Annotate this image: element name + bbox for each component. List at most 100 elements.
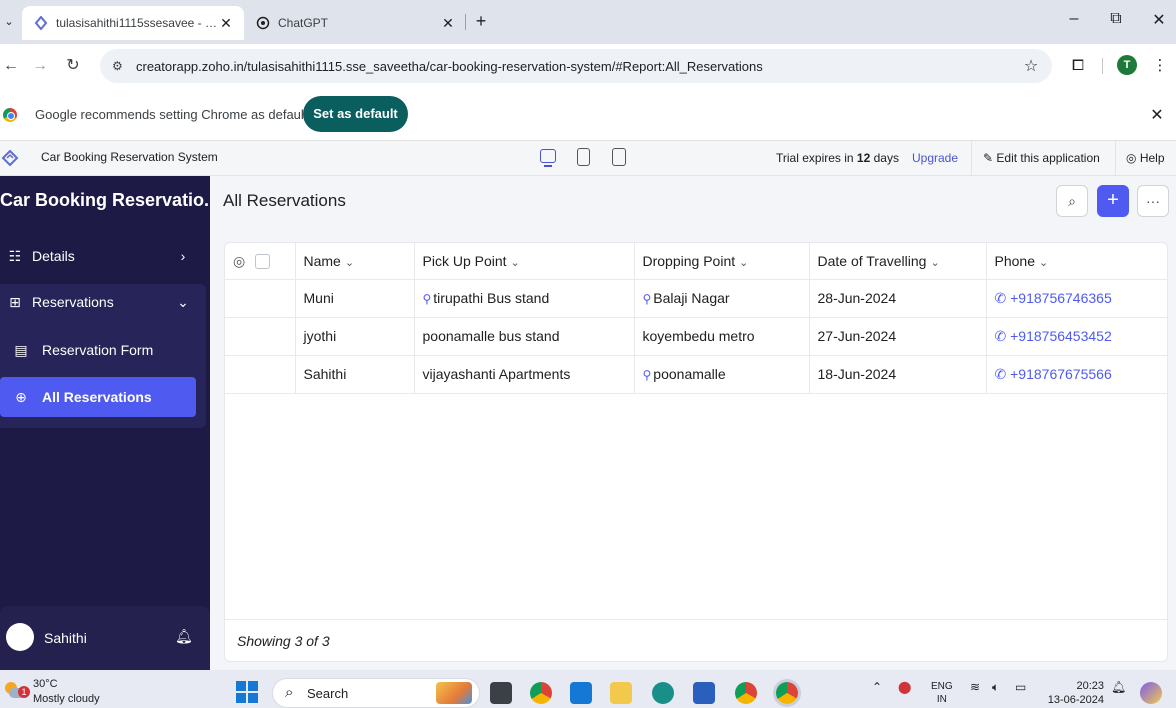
column-header-name[interactable]: Name ⌄ <box>295 243 415 280</box>
zoho-creator-logo-icon[interactable] <box>1 149 19 167</box>
close-window-icon[interactable]: ✕ <box>1149 10 1169 30</box>
table-row[interactable]: jyothi poonamalle bus stand koyembedu me… <box>225 317 1169 356</box>
set-default-button[interactable]: Set as default <box>303 96 408 132</box>
weather-temp: 30°C <box>33 678 58 690</box>
profile-avatar[interactable]: T <box>1117 55 1137 75</box>
column-header-date[interactable]: Date of Travelling ⌄ <box>809 243 987 280</box>
tab-search-chevron-icon[interactable]: ⌄ <box>0 13 18 31</box>
row-select-cell <box>225 317 296 356</box>
bell-icon[interactable]: 🔔︎ <box>175 628 193 645</box>
restore-icon[interactable]: ⧉ <box>1106 10 1126 28</box>
column-header-dropping[interactable]: Dropping Point ⌄ <box>634 243 810 280</box>
close-tab-icon[interactable]: ✕ <box>440 15 456 32</box>
cell-phone[interactable]: ✆ +918756453452 <box>986 317 1169 356</box>
weather-condition: Mostly cloudy <box>33 693 100 705</box>
cell-drop: koyembedu metro <box>634 317 810 356</box>
sidebar: Car Booking Reservatio... ☷ Details › ⊞ … <box>0 176 210 670</box>
desktop-view-icon[interactable] <box>540 149 556 167</box>
tab-title: ChatGPT <box>278 16 329 30</box>
store-icon[interactable] <box>570 682 592 704</box>
sidebar-user-panel[interactable]: Sahithi 🔔︎ <box>0 606 210 670</box>
bookmark-star-icon[interactable]: ☆ <box>1022 56 1040 76</box>
tab-zoho-creator[interactable]: tulasisahithi1115ssesavee - Car ✕ <box>22 6 244 40</box>
table-row[interactable]: Sahithi vijayashanti Apartments ⚲ poonama… <box>225 355 1169 394</box>
cell-phone[interactable]: ✆ +918756746365 <box>986 279 1169 318</box>
site-info-icon[interactable]: ⚙ <box>112 59 126 73</box>
reservations-table: ◎ Name ⌄ Pick Up Point ⌄ Dropping Point ⌄ D… <box>225 243 1169 394</box>
copilot-icon[interactable] <box>1140 682 1162 704</box>
more-menu-icon[interactable]: ⋮ <box>1152 55 1168 77</box>
notification-bell-icon[interactable]: 🔔︎ <box>1111 680 1126 694</box>
select-all-checkbox[interactable] <box>255 253 271 269</box>
chrome-active-icon[interactable] <box>776 682 798 704</box>
minimize-icon[interactable]: – <box>1064 10 1084 28</box>
tab-title: tulasisahithi1115ssesavee - Car <box>56 16 218 30</box>
chevron-down-icon: ⌄ <box>1038 256 1049 269</box>
start-windows-icon[interactable] <box>236 681 258 703</box>
chevron-down-icon: ⌄ <box>177 293 189 310</box>
reload-icon[interactable]: ↻ <box>62 55 84 77</box>
extensions-icon[interactable]: ⧠ <box>1068 55 1088 77</box>
back-icon[interactable]: ← <box>0 55 22 77</box>
word-icon[interactable] <box>693 682 715 704</box>
time: 20:23 <box>1076 680 1104 692</box>
form-icon: ▤ <box>14 341 28 358</box>
chrome-profile-icon[interactable] <box>735 682 757 704</box>
forward-icon[interactable]: → <box>29 55 51 77</box>
app-name: Car Booking Reservation System <box>41 150 218 164</box>
tray-overflow-icon[interactable]: ⌃ <box>872 680 882 694</box>
volume-icon[interactable]: 🔈︎ <box>992 680 999 695</box>
column-header-phone[interactable]: Phone ⌄ <box>986 243 1169 280</box>
appbar-divider <box>1115 141 1116 176</box>
address-bar[interactable]: ⚙ creatorapp.zoho.in/tulasisahithi1115.s… <box>100 49 1052 83</box>
close-tab-icon[interactable]: ✕ <box>218 15 234 32</box>
language-indicator[interactable]: ENG IN <box>931 680 953 706</box>
sidebar-item-reservation-form[interactable]: ▤ Reservation Form <box>0 330 206 370</box>
clock[interactable]: 20:23 13-06-2024 <box>1044 679 1104 707</box>
ellipsis-icon: ··· <box>1146 193 1160 209</box>
cell-drop: ⚲ Balaji Nagar <box>634 279 810 318</box>
column-label: Phone <box>994 252 1035 269</box>
select-all-header: ◎ <box>225 243 296 280</box>
chevron-down-icon: ⌄ <box>510 256 520 269</box>
edit-application-link[interactable]: ✎ Edit this application <box>983 151 1100 165</box>
more-actions-button[interactable]: ··· <box>1137 185 1169 217</box>
search-button[interactable]: ⌕ <box>1056 185 1088 217</box>
cell-phone[interactable]: ✆ +918767675566 <box>986 355 1169 394</box>
sidebar-item-details[interactable]: ☷ Details › <box>0 236 206 276</box>
drop-text: Balaji Nagar <box>653 290 730 306</box>
phone-text: +918756453452 <box>1010 327 1112 344</box>
tab-chatgpt[interactable]: ChatGPT ✕ <box>244 6 466 40</box>
widget-news-icon[interactable] <box>436 682 472 704</box>
mobile-view-icon[interactable] <box>612 148 626 166</box>
chrome-taskbar-icon[interactable] <box>530 682 552 704</box>
security-icon[interactable]: ⬤ <box>898 680 911 694</box>
help-link[interactable]: ◎ Help <box>1126 151 1165 165</box>
globe-icon: ⊕ <box>15 388 27 405</box>
weather-widget[interactable]: 1 <box>5 680 30 698</box>
upgrade-link[interactable]: Upgrade <box>912 151 958 165</box>
column-header-pickup[interactable]: Pick Up Point ⌄ <box>414 243 635 280</box>
tablet-view-icon[interactable] <box>577 148 590 166</box>
cell-name: Sahithi <box>295 355 415 394</box>
new-tab-icon[interactable]: + <box>472 10 490 32</box>
browser-toolbar: ← → ↻ ⚙ creatorapp.zoho.in/tulasisahithi… <box>0 44 1176 88</box>
table-row[interactable]: Muni ⚲ tirupathi Bus stand ⚲ Balaji Nagar … <box>225 279 1169 318</box>
close-infobar-icon[interactable]: ✕ <box>1148 105 1166 125</box>
help-icon: ◎ <box>1126 151 1137 165</box>
add-record-button[interactable]: + <box>1097 185 1129 217</box>
battery-icon[interactable]: ▭ <box>1015 680 1026 694</box>
edit-app-label: Edit this application <box>996 151 1100 165</box>
file-explorer-icon[interactable] <box>610 682 632 704</box>
avatar[interactable] <box>6 623 34 651</box>
pickup-text: tirupathi Bus stand <box>433 290 550 306</box>
url-text[interactable]: creatorapp.zoho.in/tulasisahithi1115.sse… <box>136 59 1022 74</box>
edge-icon[interactable] <box>652 682 674 704</box>
pencil-icon: ✎ <box>983 151 994 165</box>
task-view-icon[interactable] <box>490 682 512 704</box>
column-label: Pick Up Point <box>422 252 507 269</box>
wifi-icon[interactable]: ≋ <box>970 680 980 694</box>
eye-icon[interactable]: ◎ <box>233 253 245 269</box>
sidebar-item-reservations[interactable]: ⊞ Reservations ⌄ <box>0 282 206 322</box>
sidebar-item-all-reservations[interactable]: ⊕ All Reservations <box>0 377 196 417</box>
